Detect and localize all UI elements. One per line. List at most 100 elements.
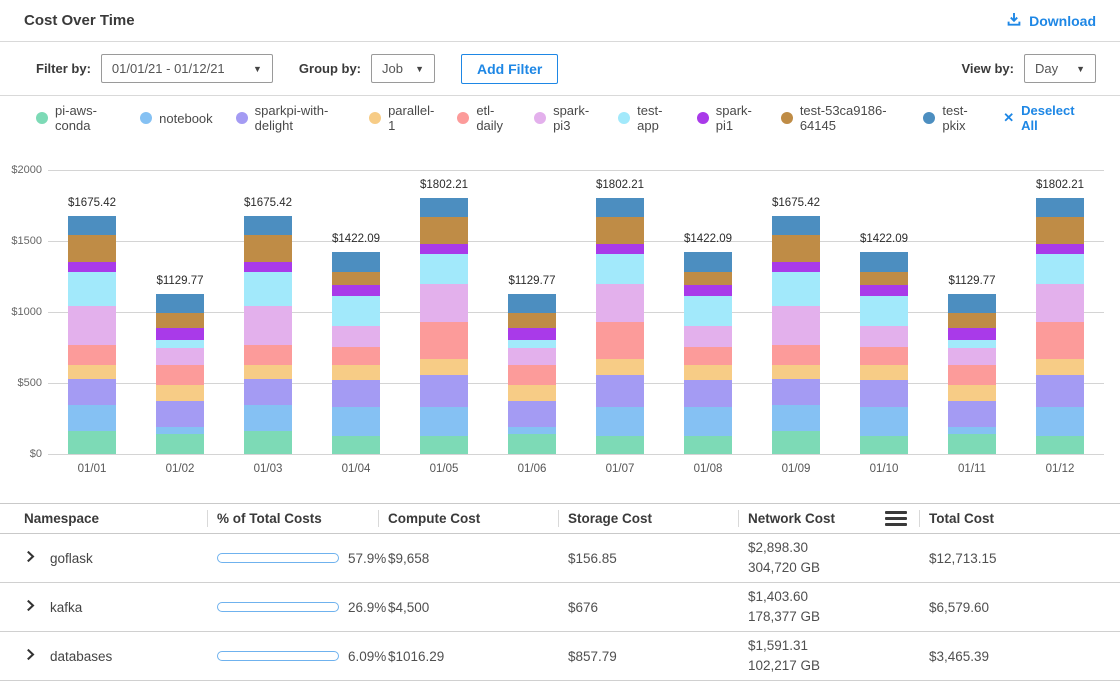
bar-segment-test-53ca9186-64145[interactable] — [156, 313, 204, 328]
bar-segment-spark-pi3[interactable] — [332, 326, 380, 347]
bar-segment-test-pkix[interactable] — [332, 252, 380, 272]
bar-segment-pi-aws-conda[interactable] — [772, 431, 820, 454]
bar-segment-notebook[interactable] — [684, 407, 732, 436]
bar-segment-parallel-1[interactable] — [772, 365, 820, 379]
bar-segment-spark-pi3[interactable] — [596, 284, 644, 322]
bar-segment-test-app[interactable] — [948, 340, 996, 348]
bar-segment-test-53ca9186-64145[interactable] — [508, 313, 556, 328]
bar-segment-test-app[interactable] — [1036, 254, 1084, 284]
bar-segment-test-pkix[interactable] — [948, 294, 996, 314]
bar-segment-test-app[interactable] — [244, 272, 292, 306]
bar-segment-pi-aws-conda[interactable] — [244, 431, 292, 454]
legend-item-test-app[interactable]: test-app — [618, 103, 674, 133]
bar-segment-spark-pi1[interactable] — [860, 285, 908, 296]
bar-segment-parallel-1[interactable] — [332, 365, 380, 380]
bar-segment-pi-aws-conda[interactable] — [508, 434, 556, 454]
bar-segment-spark-pi1[interactable] — [508, 328, 556, 340]
bar-segment-notebook[interactable] — [1036, 407, 1084, 435]
column-header-namespace[interactable]: Namespace — [0, 504, 207, 533]
expand-chevron-icon[interactable] — [24, 599, 37, 615]
expand-chevron-icon[interactable] — [24, 648, 37, 664]
bar-segment-etl-daily[interactable] — [156, 365, 204, 385]
legend-item-spark-pi3[interactable]: spark-pi3 — [534, 103, 595, 133]
bar-segment-sparkpi-with-delight[interactable] — [860, 380, 908, 406]
bar-segment-pi-aws-conda[interactable] — [860, 436, 908, 454]
bar-segment-sparkpi-with-delight[interactable] — [684, 380, 732, 406]
bar-segment-etl-daily[interactable] — [420, 322, 468, 359]
expand-chevron-icon[interactable] — [24, 550, 37, 566]
bar-segment-test-53ca9186-64145[interactable] — [860, 272, 908, 285]
column-header-total-cost[interactable]: Total Cost — [919, 504, 1120, 533]
bar-segment-spark-pi3[interactable] — [420, 284, 468, 322]
bar-segment-notebook[interactable] — [860, 407, 908, 436]
bar-segment-spark-pi3[interactable] — [68, 306, 116, 345]
bar-segment-parallel-1[interactable] — [68, 365, 116, 379]
bar-segment-etl-daily[interactable] — [244, 345, 292, 365]
bar-segment-pi-aws-conda[interactable] — [68, 431, 116, 454]
bar-segment-sparkpi-with-delight[interactable] — [948, 401, 996, 428]
legend-item-parallel-1[interactable]: parallel-1 — [369, 103, 434, 133]
bar-segment-spark-pi1[interactable] — [596, 244, 644, 254]
bar-segment-etl-daily[interactable] — [508, 365, 556, 385]
menu-icon[interactable] — [885, 511, 907, 526]
bar-segment-test-app[interactable] — [420, 254, 468, 284]
column-header-storage-cost[interactable]: Storage Cost — [558, 504, 738, 533]
namespace-cell[interactable]: kafka — [0, 599, 207, 615]
bar-segment-pi-aws-conda[interactable] — [684, 436, 732, 454]
bar-segment-sparkpi-with-delight[interactable] — [420, 375, 468, 407]
column-header-compute-cost[interactable]: Compute Cost — [378, 504, 558, 533]
bar-segment-spark-pi3[interactable] — [156, 348, 204, 365]
bar-segment-etl-daily[interactable] — [772, 345, 820, 365]
bar-segment-test-app[interactable] — [332, 296, 380, 326]
bar-segment-sparkpi-with-delight[interactable] — [156, 401, 204, 428]
bar-segment-parallel-1[interactable] — [1036, 359, 1084, 376]
bar-segment-notebook[interactable] — [244, 405, 292, 432]
bar-segment-spark-pi3[interactable] — [684, 326, 732, 347]
bar-segment-test-pkix[interactable] — [68, 216, 116, 235]
bar-segment-pi-aws-conda[interactable] — [948, 434, 996, 454]
legend-item-test-pkix[interactable]: test-pkix — [923, 103, 980, 133]
bar-segment-spark-pi1[interactable] — [332, 285, 380, 296]
bar-segment-sparkpi-with-delight[interactable] — [772, 379, 820, 405]
bar-segment-test-pkix[interactable] — [420, 198, 468, 216]
bar-segment-test-pkix[interactable] — [860, 252, 908, 272]
bar-segment-notebook[interactable] — [772, 405, 820, 432]
bar-segment-test-app[interactable] — [860, 296, 908, 326]
bar-segment-test-app[interactable] — [156, 340, 204, 348]
bar-segment-spark-pi1[interactable] — [420, 244, 468, 254]
bar-segment-pi-aws-conda[interactable] — [332, 436, 380, 454]
bar-segment-spark-pi1[interactable] — [68, 262, 116, 272]
bar-segment-pi-aws-conda[interactable] — [1036, 436, 1084, 454]
bar-segment-test-53ca9186-64145[interactable] — [332, 272, 380, 285]
bar-segment-etl-daily[interactable] — [860, 347, 908, 366]
bar-segment-spark-pi3[interactable] — [1036, 284, 1084, 322]
bar-segment-etl-daily[interactable] — [1036, 322, 1084, 359]
bar-segment-sparkpi-with-delight[interactable] — [68, 379, 116, 405]
download-button[interactable]: Download — [1006, 11, 1096, 30]
column-header--of-total-costs[interactable]: % of Total Costs — [207, 504, 378, 533]
legend-item-spark-pi1[interactable]: spark-pi1 — [697, 103, 758, 133]
column-header-network-cost[interactable]: Network Cost — [738, 504, 919, 533]
bar-segment-spark-pi3[interactable] — [860, 326, 908, 347]
namespace-cell[interactable]: databases — [0, 648, 207, 664]
bar-segment-test-app[interactable] — [772, 272, 820, 306]
bar-segment-sparkpi-with-delight[interactable] — [596, 375, 644, 407]
bar-segment-etl-daily[interactable] — [68, 345, 116, 365]
bar-segment-etl-daily[interactable] — [596, 322, 644, 359]
legend-item-test-53ca9186-64145[interactable]: test-53ca9186-64145 — [781, 103, 901, 133]
bar-segment-notebook[interactable] — [68, 405, 116, 432]
bar-segment-parallel-1[interactable] — [244, 365, 292, 379]
bar-segment-test-53ca9186-64145[interactable] — [596, 217, 644, 244]
bar-segment-test-pkix[interactable] — [772, 216, 820, 235]
bar-segment-test-53ca9186-64145[interactable] — [772, 235, 820, 262]
bar-segment-test-pkix[interactable] — [156, 294, 204, 314]
bar-segment-parallel-1[interactable] — [596, 359, 644, 376]
bar-segment-pi-aws-conda[interactable] — [420, 436, 468, 454]
bar-segment-spark-pi3[interactable] — [244, 306, 292, 345]
bar-segment-sparkpi-with-delight[interactable] — [244, 379, 292, 405]
bar-segment-parallel-1[interactable] — [684, 365, 732, 380]
bar-segment-sparkpi-with-delight[interactable] — [1036, 375, 1084, 407]
bar-segment-parallel-1[interactable] — [508, 385, 556, 401]
bar-segment-sparkpi-with-delight[interactable] — [332, 380, 380, 406]
bar-segment-spark-pi1[interactable] — [156, 328, 204, 340]
